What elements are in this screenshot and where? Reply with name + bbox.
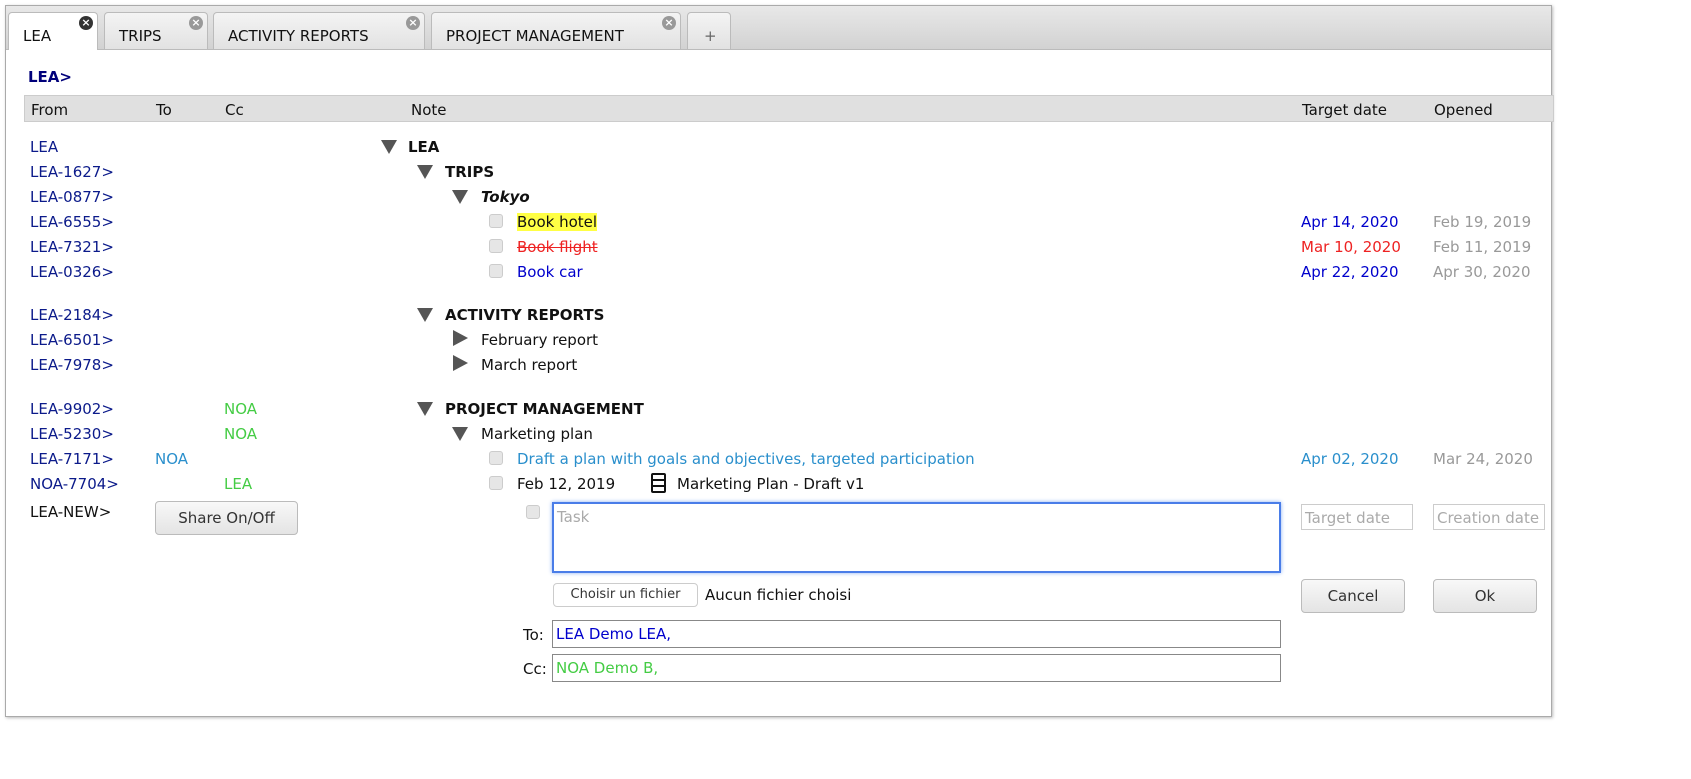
to-value[interactable]: NOA xyxy=(155,450,188,468)
expanded-triangle-icon[interactable] xyxy=(417,402,433,416)
tab-label: ACTIVITY REPORTS xyxy=(228,27,369,45)
from-link[interactable]: LEA-7321> xyxy=(30,238,114,256)
group-title[interactable]: TRIPS xyxy=(445,163,494,181)
table-header: From To Cc Note Target date Opened xyxy=(24,95,1554,122)
close-tab-icon[interactable]: × xyxy=(662,16,676,30)
target-date: Apr 22, 2020 xyxy=(1301,263,1399,281)
from-link[interactable]: LEA xyxy=(30,138,58,156)
file-status: Aucun fichier choisi xyxy=(705,586,852,604)
breadcrumb[interactable]: LEA> xyxy=(28,68,72,86)
from-link[interactable]: LEA-9902> xyxy=(30,400,114,418)
close-tab-icon[interactable]: × xyxy=(79,16,93,30)
from-link[interactable]: NOA-7704> xyxy=(30,475,119,493)
tab-label: + xyxy=(704,27,717,45)
task-text[interactable]: Book flight xyxy=(517,238,598,256)
col-to: To xyxy=(156,101,172,119)
opened-date: Mar 24, 2020 xyxy=(1433,450,1533,468)
target-date: Mar 10, 2020 xyxy=(1301,238,1401,256)
task-checkbox[interactable] xyxy=(489,214,503,228)
from-link[interactable]: LEA-7171> xyxy=(30,450,114,468)
group-title[interactable]: LEA xyxy=(408,138,439,156)
from-link[interactable]: LEA-5230> xyxy=(30,425,114,443)
task-checkbox[interactable] xyxy=(489,451,503,465)
new-from-label: LEA-NEW> xyxy=(30,503,112,521)
share-toggle-button[interactable]: Share On/Off xyxy=(155,501,298,535)
from-link[interactable]: LEA-6501> xyxy=(30,331,114,349)
col-opened: Opened xyxy=(1434,101,1493,119)
from-link[interactable]: LEA-2184> xyxy=(30,306,114,324)
expanded-triangle-icon[interactable] xyxy=(381,140,397,154)
choose-file-button[interactable]: Choisir un fichier xyxy=(553,583,698,607)
item-title[interactable]: February report xyxy=(481,331,598,349)
document-icon xyxy=(651,473,666,493)
item-title[interactable]: March report xyxy=(481,356,577,374)
target-date-input[interactable]: Target date xyxy=(1301,504,1413,530)
col-cc: Cc xyxy=(225,101,244,119)
cc-label: Cc: xyxy=(523,660,547,678)
from-link[interactable]: LEA-0877> xyxy=(30,188,114,206)
cc-value[interactable]: NOA xyxy=(224,425,257,443)
item-title[interactable]: Marketing plan xyxy=(481,425,593,443)
tab-lea[interactable]: LEA × xyxy=(8,12,98,50)
file-link[interactable]: Marketing Plan - Draft v1 xyxy=(677,475,864,493)
task-checkbox[interactable] xyxy=(489,239,503,253)
col-note: Note xyxy=(411,101,447,119)
file-date: Feb 12, 2019 xyxy=(517,475,616,493)
opened-date: Feb 19, 2019 xyxy=(1433,213,1532,231)
close-tab-icon[interactable]: × xyxy=(189,16,203,30)
group-title[interactable]: ACTIVITY REPORTS xyxy=(445,306,604,324)
collapsed-triangle-icon[interactable] xyxy=(453,355,468,371)
task-text[interactable]: Draft a plan with goals and objectives, … xyxy=(517,450,975,468)
cc-input[interactable]: NOA Demo B, xyxy=(552,654,1281,682)
tab-label: PROJECT MANAGEMENT xyxy=(446,27,624,45)
add-tab-button[interactable]: + xyxy=(687,12,731,49)
opened-date: Apr 30, 2020 xyxy=(1433,263,1531,281)
target-date: Apr 14, 2020 xyxy=(1301,213,1399,231)
cc-value[interactable]: LEA xyxy=(224,475,252,493)
target-date: Apr 02, 2020 xyxy=(1301,450,1399,468)
tab-bar: LEA × TRIPS × ACTIVITY REPORTS × PROJECT MANAG… xyxy=(6,6,1551,50)
from-link[interactable]: LEA-0326> xyxy=(30,263,114,281)
task-text[interactable]: Book car xyxy=(517,263,583,281)
col-from: From xyxy=(31,101,69,119)
from-link[interactable]: LEA-7978> xyxy=(30,356,114,374)
to-label: To: xyxy=(523,626,544,644)
col-target-date: Target date xyxy=(1302,101,1387,119)
task-checkbox[interactable] xyxy=(489,476,503,490)
tab-label: TRIPS xyxy=(119,27,162,45)
task-input[interactable]: Task xyxy=(552,502,1281,573)
opened-date: Feb 11, 2019 xyxy=(1433,238,1532,256)
cancel-button[interactable]: Cancel xyxy=(1301,579,1405,613)
tab-label: LEA xyxy=(23,27,52,45)
from-link[interactable]: LEA-1627> xyxy=(30,163,114,181)
close-tab-icon[interactable]: × xyxy=(406,16,420,30)
expanded-triangle-icon[interactable] xyxy=(417,308,433,322)
to-input[interactable]: LEA Demo LEA, xyxy=(552,620,1281,648)
expanded-triangle-icon[interactable] xyxy=(452,427,468,441)
creation-date-input[interactable]: Creation date xyxy=(1433,504,1545,530)
collapsed-triangle-icon[interactable] xyxy=(453,330,468,346)
group-title[interactable]: Tokyo xyxy=(481,188,530,206)
expanded-triangle-icon[interactable] xyxy=(417,165,433,179)
new-task-checkbox[interactable] xyxy=(526,505,540,519)
tab-project-management[interactable]: PROJECT MANAGEMENT × xyxy=(431,12,681,49)
tab-activity-reports[interactable]: ACTIVITY REPORTS × xyxy=(213,12,425,49)
ok-button[interactable]: Ok xyxy=(1433,579,1537,613)
cc-value[interactable]: NOA xyxy=(224,400,257,418)
tab-trips[interactable]: TRIPS × xyxy=(104,12,208,49)
expanded-triangle-icon[interactable] xyxy=(452,190,468,204)
task-checkbox[interactable] xyxy=(489,264,503,278)
from-link[interactable]: LEA-6555> xyxy=(30,213,114,231)
group-title[interactable]: PROJECT MANAGEMENT xyxy=(445,400,644,418)
task-text[interactable]: Book hotel xyxy=(517,213,598,231)
